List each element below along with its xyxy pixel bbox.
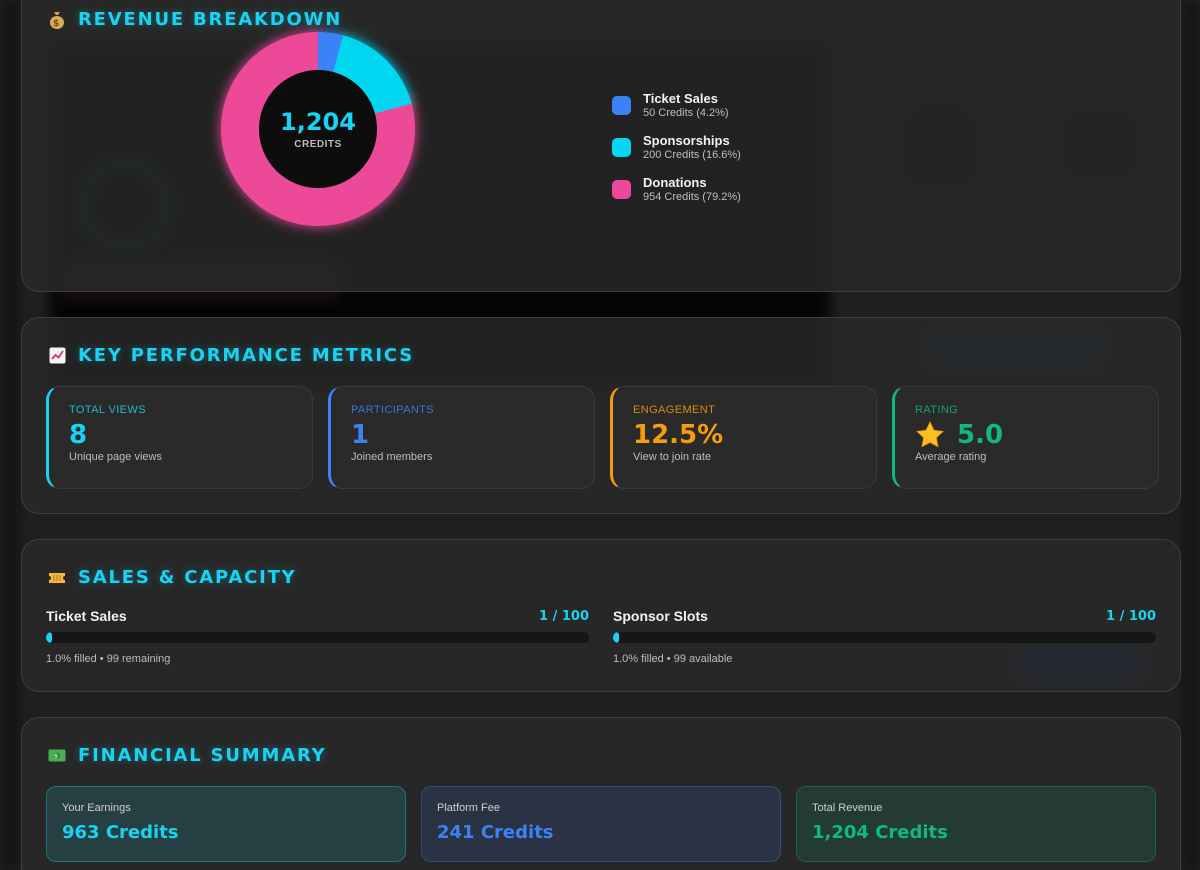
kpi-value-text: 12.5% [633,420,724,450]
legend-swatch [612,138,631,157]
money-bag-icon: $ [48,11,66,29]
legend-item-sponsorships: Sponsorships 200 Credits (16.6%) [612,133,741,175]
sales-heading: SALES & CAPACITY [78,567,297,588]
bar-count: 1 / 100 [539,609,589,624]
kpi-value: 5.0 [915,420,1138,450]
kpi-value-text: 5.0 [957,420,1004,450]
legend-item-ticket-sales: Ticket Sales 50 Credits (4.2%) [612,91,741,133]
kpi-label: TOTAL VIEWS [69,404,146,416]
star-icon [916,421,944,448]
financial-summary-panel: $ FINANCIAL SUMMARY Your Earnings 963 Cr… [21,717,1181,870]
kpi-value-text: 8 [69,420,88,450]
sponsor-slots-bar: Sponsor Slots 1 / 100 1.0% filled • 99 a… [613,608,1156,665]
sales-capacity-panel: SALES & CAPACITY Ticket Sales 1 / 100 1.… [21,539,1181,692]
donut-unit: CREDITS [294,139,342,150]
kpi-value: 8 [69,420,292,450]
legend-swatch [612,96,631,115]
progress-track [46,632,589,643]
kpi-value: 1 [351,420,574,450]
legend-name: Donations [643,175,707,190]
revenue-breakdown-title: $ REVENUE BREAKDOWN [48,9,342,30]
svg-text:$: $ [53,19,61,29]
dollar-banknote-icon: $ [48,747,66,765]
kpi-label: PARTICIPANTS [351,404,435,416]
kpi-sub: Unique page views [69,451,162,463]
fin-value: 963 Credits [62,822,179,843]
legend-detail: 954 Credits (79.2%) [643,191,741,203]
kpi-card-rating: RATING 5.0 Average rating [892,386,1159,489]
kpi-title: KEY PERFORMANCE METRICS [48,345,414,366]
fin-label: Your Earnings [62,802,131,814]
kpi-heading: KEY PERFORMANCE METRICS [78,345,414,366]
legend-name: Ticket Sales [643,91,718,106]
financial-heading: FINANCIAL SUMMARY [78,745,327,766]
legend-name: Sponsorships [643,133,730,148]
kpi-sub: Joined members [351,451,433,463]
kpi-label: RATING [915,404,959,416]
kpi-card-participants: PARTICIPANTS 1 Joined members [328,386,595,489]
platform-fee-card: Platform Fee 241 Credits [421,786,781,862]
legend-swatch [612,180,631,199]
progress-track [613,632,1156,643]
key-performance-metrics-panel: KEY PERFORMANCE METRICS TOTAL VIEWS 8 Un… [21,317,1181,514]
fin-value: 241 Credits [437,822,554,843]
chart-increasing-icon [48,347,66,365]
progress-fill [46,632,52,643]
fin-label: Platform Fee [437,802,500,814]
progress-fill [613,632,619,643]
kpi-value: 12.5% [633,420,856,450]
bar-note: 1.0% filled • 99 remaining [46,653,171,665]
kpi-sub: View to join rate [633,451,712,463]
kpi-value-text: 1 [351,420,370,450]
kpi-label: ENGAGEMENT [633,404,716,416]
revenue-donut-chart: 1,204 CREDITS [220,31,416,227]
bar-name: Sponsor Slots [613,608,708,624]
ticket-sales-bar: Ticket Sales 1 / 100 1.0% filled • 99 re… [46,608,589,665]
legend-detail: 200 Credits (16.6%) [643,149,741,161]
kpi-card-engagement: ENGAGEMENT 12.5% View to join rate [610,386,877,489]
fin-value: 1,204 Credits [812,822,948,843]
bar-note: 1.0% filled • 99 available [613,653,733,665]
earnings-card: Your Earnings 963 Credits [46,786,406,862]
total-revenue-card: Total Revenue 1,204 Credits [796,786,1156,862]
revenue-breakdown-panel: $ REVENUE BREAKDOWN 1,204 CREDITS Ticket… [21,0,1181,292]
kpi-sub: Average rating [915,451,987,463]
kpi-card-total-views: TOTAL VIEWS 8 Unique page views [46,386,313,489]
revenue-breakdown-heading: REVENUE BREAKDOWN [78,9,343,30]
ticket-icon [48,569,66,587]
legend-item-donations: Donations 954 Credits (79.2%) [612,175,741,217]
fin-label: Total Revenue [812,802,883,814]
donut-center: 1,204 CREDITS [220,31,416,227]
sales-title: SALES & CAPACITY [48,567,297,588]
revenue-legend: Ticket Sales 50 Credits (4.2%) Sponsorsh… [612,91,741,217]
legend-detail: 50 Credits (4.2%) [643,107,729,119]
bar-name: Ticket Sales [46,608,127,624]
svg-text:$: $ [54,754,60,760]
financial-cards: Your Earnings 963 Credits Platform Fee 2… [46,786,1156,862]
donut-total: 1,204 [280,108,356,136]
kpi-cards: TOTAL VIEWS 8 Unique page views PARTICIP… [46,386,1159,489]
financial-title: $ FINANCIAL SUMMARY [48,745,326,766]
bar-count: 1 / 100 [1106,609,1156,624]
